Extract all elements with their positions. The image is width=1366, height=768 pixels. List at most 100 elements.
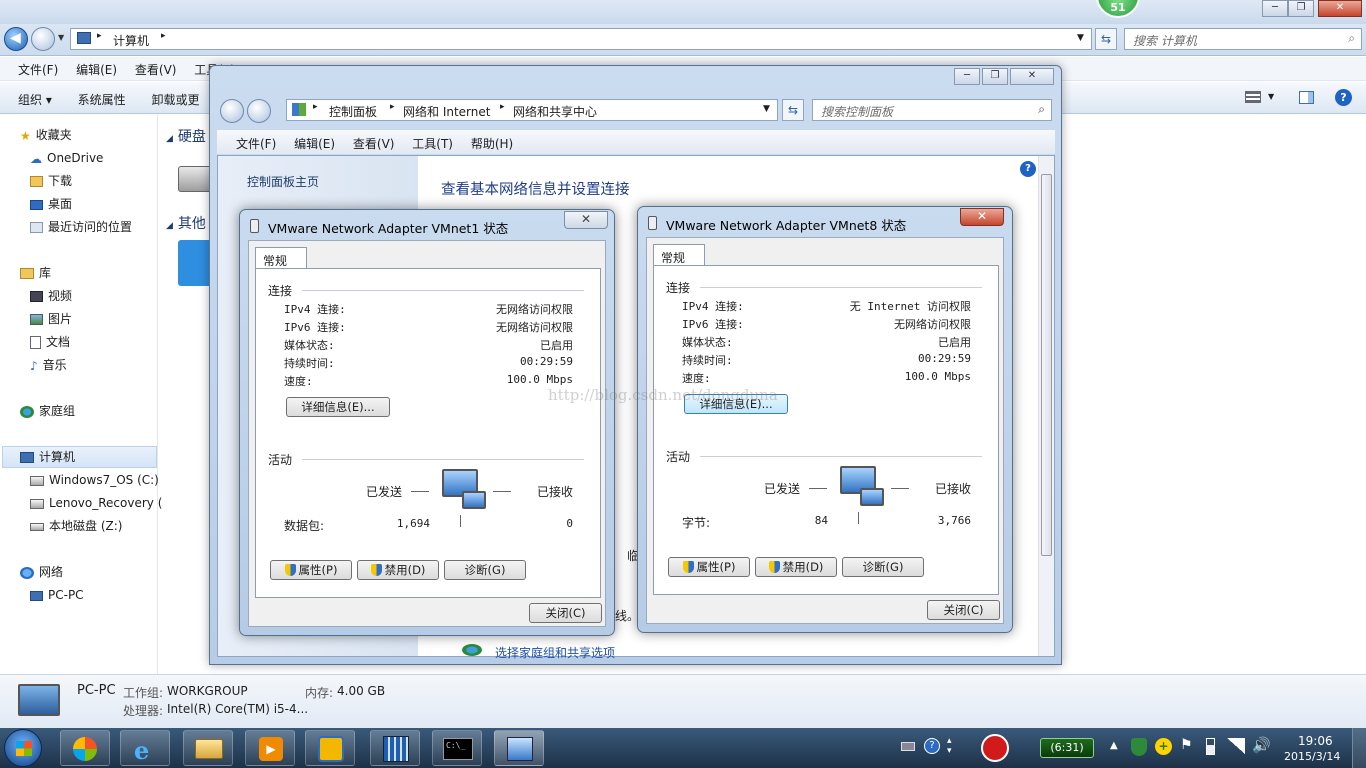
nav-network[interactable]: 网络 — [20, 562, 63, 582]
taskbar-control-panel[interactable] — [494, 730, 544, 766]
menu-file[interactable]: 文件(F) — [18, 63, 58, 77]
start-button[interactable] — [4, 729, 42, 767]
battery-indicator[interactable]: (6:31) — [1040, 738, 1094, 758]
nav-documents[interactable]: 文档 — [30, 332, 70, 352]
back-button[interactable]: ◀ — [4, 27, 28, 51]
minimize-button[interactable]: ─ — [1262, 0, 1288, 17]
cp-menu-file[interactable]: 文件(F) — [236, 137, 276, 151]
diagnose-button[interactable]: 诊断(G) — [444, 560, 526, 580]
clock-time[interactable]: 19:06 — [1298, 734, 1333, 748]
close-button[interactable]: ✕ — [960, 208, 1004, 226]
breadcrumb-network-internet[interactable]: 网络和 Internet — [403, 103, 490, 120]
taskbar-app[interactable] — [305, 730, 355, 766]
clock-date[interactable]: 2015/3/14 — [1284, 750, 1340, 763]
nav-drive-recovery[interactable]: Lenovo_Recovery ( — [30, 493, 162, 513]
minimize-button[interactable]: ─ — [954, 68, 980, 85]
properties-button[interactable]: 属性(P) — [668, 557, 750, 577]
cp-menu-help[interactable]: 帮助(H) — [471, 137, 513, 151]
breadcrumb-network-sharing-center[interactable]: 网络和共享中心 — [513, 103, 597, 120]
taskbar-explorer[interactable] — [183, 730, 233, 766]
taskbar-task-manager[interactable] — [370, 730, 420, 766]
address-bar[interactable]: ▸ 计算机 ▸ ▼ — [70, 28, 1092, 50]
maximize-button[interactable]: ❐ — [1288, 0, 1314, 17]
keyboard-icon[interactable] — [901, 742, 915, 751]
breadcrumb-control-panel[interactable]: 控制面板 — [329, 103, 377, 120]
expand-icon[interactable]: ◢ — [166, 221, 173, 231]
cp-menu-edit[interactable]: 编辑(E) — [294, 137, 335, 151]
volume-icon[interactable]: 🔊 — [1252, 736, 1271, 754]
tab-general[interactable]: 常规 — [653, 244, 705, 266]
chevron-down-icon[interactable]: ▼ — [1268, 92, 1274, 101]
preview-pane-icon[interactable] — [1299, 91, 1314, 104]
nav-homegroup[interactable]: 家庭组 — [20, 401, 75, 421]
action-center-flag-icon[interactable]: ⚑ — [1180, 737, 1193, 753]
forward-button[interactable] — [31, 27, 55, 51]
search-input[interactable]: 搜索 计算机 ⌕ — [1124, 28, 1362, 50]
nav-downloads[interactable]: 下载 — [30, 171, 72, 191]
expand-icon[interactable]: ◢ — [166, 134, 173, 144]
disable-button[interactable]: 禁用(D) — [755, 557, 837, 577]
nav-computer[interactable]: 计算机 — [20, 447, 75, 467]
cp-search-input[interactable]: 搜索控制面板 ⌕ — [812, 99, 1052, 121]
show-hidden-icons[interactable]: ▲ — [1110, 740, 1118, 751]
scroll-thumb[interactable] — [1041, 174, 1052, 556]
cp-home-link[interactable]: 控制面板主页 — [247, 173, 319, 190]
uninstall-button[interactable]: 卸载或更 — [152, 93, 200, 107]
menu-view[interactable]: 查看(V) — [135, 63, 177, 77]
cp-address-bar[interactable]: ▸ 控制面板 ▸ 网络和 Internet ▸ 网络和共享中心 ▼ — [286, 99, 778, 121]
properties-button[interactable]: 属性(P) — [270, 560, 352, 580]
help-icon[interactable]: ? — [1020, 161, 1036, 177]
taskbar-media-player[interactable]: ▶ — [245, 730, 295, 766]
nav-drive-c[interactable]: Windows7_OS (C:) — [30, 470, 159, 490]
nav-pictures[interactable]: 图片 — [30, 309, 72, 329]
cp-menu-tools[interactable]: 工具(T) — [412, 137, 453, 151]
system-properties-button[interactable]: 系统属性 — [78, 93, 126, 107]
security-shield-icon[interactable] — [1131, 738, 1147, 756]
plus-icon[interactable]: + — [1155, 738, 1172, 755]
organize-button[interactable]: 组织 ▾ — [18, 93, 52, 107]
signal-icon[interactable] — [1227, 738, 1245, 754]
close-button[interactable]: ✕ — [564, 211, 608, 229]
chevron-down-icon[interactable]: ▼ — [1077, 33, 1084, 43]
tab-general[interactable]: 常规 — [255, 247, 307, 269]
nav-favorites[interactable]: ★ 收藏夹 — [20, 125, 72, 145]
breadcrumb-computer[interactable]: 计算机 — [113, 32, 149, 49]
cp-menu-view[interactable]: 查看(V) — [353, 137, 395, 151]
huawei-app-icon[interactable] — [981, 734, 1009, 762]
disable-button[interactable]: 禁用(D) — [357, 560, 439, 580]
chevron-down-icon[interactable]: ▼ — [763, 104, 770, 114]
back-button[interactable] — [220, 99, 244, 123]
close-dialog-button[interactable]: 关闭(C) — [529, 603, 602, 623]
view-options-icon[interactable] — [1245, 91, 1261, 103]
nav-libraries[interactable]: 库 — [20, 263, 51, 283]
nav-onedrive[interactable]: ☁ OneDrive — [30, 148, 103, 168]
nav-recent-places[interactable]: 最近访问的位置 — [30, 217, 132, 237]
drive-c-tile-icon[interactable] — [178, 166, 212, 192]
nav-desktop[interactable]: 桌面 — [30, 194, 72, 214]
homegroup-sharing-link[interactable]: 选择家庭组和共享选项 — [495, 644, 615, 661]
details-button[interactable]: 详细信息(E)... — [286, 397, 390, 417]
help-icon[interactable]: ? — [924, 738, 940, 754]
cp-scrollbar[interactable] — [1038, 156, 1054, 656]
menu-edit[interactable]: 编辑(E) — [76, 63, 117, 77]
show-desktop-button[interactable] — [1352, 728, 1366, 768]
nav-drive-z[interactable]: 本地磁盘 (Z:) — [30, 516, 122, 536]
close-dialog-button[interactable]: 关闭(C) — [927, 600, 1000, 620]
taskbar-media-center[interactable] — [60, 730, 110, 766]
refresh-button[interactable]: ⇆ — [782, 99, 804, 121]
maximize-button[interactable]: ❐ — [982, 68, 1008, 85]
nav-pc-pc[interactable]: PC-PC — [30, 585, 84, 605]
history-dropdown-icon[interactable]: ▼ — [58, 33, 64, 42]
help-icon[interactable]: ? — [1335, 89, 1352, 106]
nav-videos[interactable]: 视频 — [30, 286, 72, 306]
language-toggle-icon[interactable]: ▴ ▾ — [947, 736, 952, 756]
close-button[interactable]: ✕ — [1010, 68, 1054, 85]
forward-button[interactable] — [247, 99, 271, 123]
taskbar-cmd[interactable]: C:\_ — [432, 730, 482, 766]
nav-music[interactable]: ♪ 音乐 — [30, 355, 67, 375]
battery-icon[interactable] — [1206, 738, 1215, 755]
diagnose-button[interactable]: 诊断(G) — [842, 557, 924, 577]
taskbar-ie[interactable]: e — [120, 730, 170, 766]
close-button[interactable]: ✕ — [1318, 0, 1362, 17]
refresh-button[interactable]: ⇆ — [1095, 28, 1117, 50]
